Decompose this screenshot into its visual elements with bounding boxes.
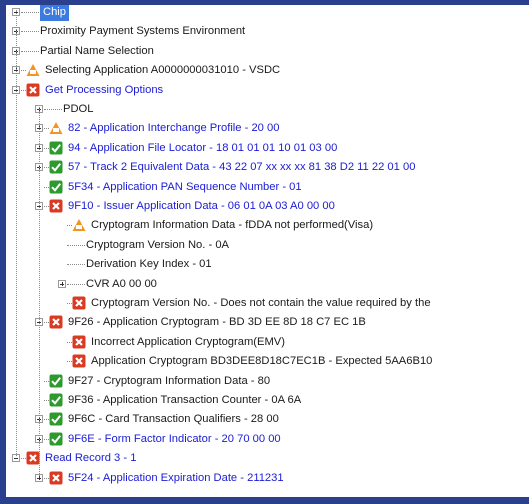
- tree-node[interactable]: Get Processing Options: [6, 81, 529, 100]
- tree-node-label: 94 - Application File Locator - 18 01 01…: [68, 141, 338, 154]
- tree-node-label: Incorrect Application Cryptogram(EMV): [91, 335, 285, 348]
- tree-view-panel: Chip Proximity Payment Systems Environmen…: [6, 5, 529, 497]
- error-icon: [49, 471, 63, 485]
- check-icon: [49, 374, 63, 388]
- tree-node[interactable]: CVR A0 00 00: [6, 275, 529, 294]
- tree-node[interactable]: Selecting Application A0000000031010 - V…: [6, 61, 529, 80]
- tree-node[interactable]: Application Cryptogram BD3DEE8D18C7EC1B …: [6, 352, 529, 371]
- tree-node[interactable]: 9F27 - Cryptogram Information Data - 80: [6, 372, 529, 391]
- tree-node-label: 5F24 - Application Expiration Date - 211…: [68, 471, 284, 484]
- tree-node[interactable]: 9F6E - Form Factor Indicator - 20 70 00 …: [6, 430, 529, 449]
- tree-node-label: 9F26 - Application Cryptogram - BD 3D EE…: [68, 316, 366, 329]
- tree-node-label: Application Cryptogram BD3DEE8D18C7EC1B …: [91, 355, 433, 368]
- tree-node[interactable]: 9F10 - Issuer Application Data - 06 01 0…: [6, 197, 529, 216]
- tree-node-label: Read Record 3 - 1: [45, 452, 137, 465]
- tree-node[interactable]: 57 - Track 2 Equivalent Data - 43 22 07 …: [6, 158, 529, 177]
- frame-border-bottom: [0, 498, 529, 504]
- tree-node[interactable]: Proximity Payment Systems Environment: [6, 22, 529, 41]
- tree-connector-line: [21, 12, 39, 13]
- tree-node-label: 9F10 - Issuer Application Data - 06 01 0…: [68, 200, 335, 212]
- error-icon: [49, 315, 63, 329]
- tree-node[interactable]: Chip: [6, 5, 529, 22]
- tree-node[interactable]: 9F6C - Card Transaction Qualifiers - 28 …: [6, 410, 529, 429]
- tree-node[interactable]: Cryptogram Information Data - fDDA not p…: [6, 216, 529, 235]
- tree-guide-line: [39, 107, 40, 476]
- tree-node[interactable]: Read Record 3 - 1: [6, 449, 529, 468]
- tree-node-label: CVR A0 00 00: [86, 277, 157, 290]
- tree-node-label: Cryptogram Information Data - fDDA not p…: [91, 219, 374, 232]
- tree-connector-line: [21, 31, 39, 33]
- tree-node[interactable]: 94 - Application File Locator - 18 01 01…: [6, 139, 529, 158]
- tree-node-label: 57 - Track 2 Equivalent Data - 43 22 07 …: [68, 161, 416, 174]
- tree-connector-line: [21, 50, 39, 52]
- warning-icon: [49, 121, 63, 135]
- tree-node-label: Cryptogram Version No. - 0A: [86, 238, 230, 251]
- tree-node-label: Selecting Application A0000000031010 - V…: [45, 64, 281, 77]
- tree-node-label: Derivation Key Index - 01: [86, 258, 212, 271]
- expand-node-icon[interactable]: [58, 279, 66, 288]
- warning-icon: [26, 63, 40, 77]
- tree-connector-line: [44, 109, 62, 110]
- tree-node[interactable]: Incorrect Application Cryptogram(EMV): [6, 333, 529, 352]
- tree-connector-line: [67, 264, 85, 266]
- check-icon: [49, 393, 63, 407]
- check-icon: [49, 432, 63, 446]
- tree-node-label: PDOL: [63, 103, 94, 115]
- check-icon: [49, 180, 63, 194]
- check-icon: [49, 160, 63, 174]
- tree-connector-line: [67, 283, 85, 285]
- error-icon: [49, 199, 63, 213]
- tree-node-label: 9F36 - Application Transaction Counter -…: [68, 394, 302, 406]
- emv-transaction-tree: Chip Proximity Payment Systems Environmen…: [6, 5, 529, 497]
- error-icon: [26, 451, 40, 465]
- tree-node-label: Cryptogram Version No. - Does not contai…: [91, 297, 431, 309]
- check-icon: [49, 141, 63, 155]
- tree-node-label: 9F6C - Card Transaction Qualifiers - 28 …: [68, 413, 279, 426]
- error-icon: [72, 335, 86, 349]
- tree-node[interactable]: 5F34 - Application PAN Sequence Number -…: [6, 178, 529, 197]
- tree-node[interactable]: Derivation Key Index - 01: [6, 255, 529, 274]
- error-icon: [26, 83, 40, 97]
- tree-node[interactable]: Partial Name Selection: [6, 42, 529, 61]
- tree-node-label: Get Processing Options: [45, 83, 164, 96]
- error-icon: [72, 354, 86, 368]
- tree-connector-line: [67, 244, 85, 246]
- check-icon: [49, 412, 63, 426]
- tree-node[interactable]: 82 - Application Interchange Profile - 2…: [6, 119, 529, 138]
- warning-icon: [72, 218, 86, 232]
- tree-node-label: 5F34 - Application PAN Sequence Number -…: [68, 180, 302, 193]
- tree-node-label: Chip: [40, 5, 70, 21]
- tree-node-label: 9F6E - Form Factor Indicator - 20 70 00 …: [68, 432, 281, 445]
- tree-node-label: 82 - Application Interchange Profile - 2…: [68, 122, 280, 135]
- tree-node[interactable]: Cryptogram Version No. - 0A: [6, 236, 529, 255]
- tree-node-label: Proximity Payment Systems Environment: [40, 25, 246, 38]
- tree-node[interactable]: 9F26 - Application Cryptogram - BD 3D EE…: [6, 313, 529, 332]
- tree-node[interactable]: PDOL: [6, 100, 529, 119]
- tree-node-label: Partial Name Selection: [40, 44, 154, 57]
- tree-guide-line: [16, 10, 17, 457]
- tree-node[interactable]: Cryptogram Version No. - Does not contai…: [6, 294, 529, 313]
- error-icon: [72, 296, 86, 310]
- tree-node[interactable]: 9F36 - Application Transaction Counter -…: [6, 391, 529, 410]
- tree-node[interactable]: 5F24 - Application Expiration Date - 211…: [6, 469, 529, 488]
- tree-node-label: 9F27 - Cryptogram Information Data - 80: [68, 374, 271, 387]
